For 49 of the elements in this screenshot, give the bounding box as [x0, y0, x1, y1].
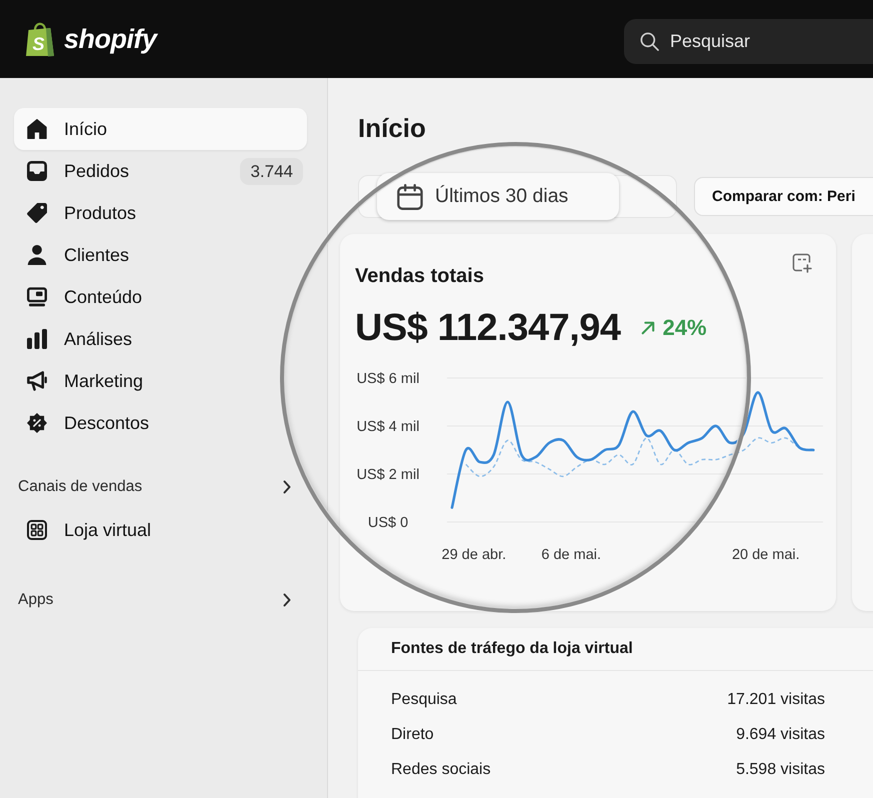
megaphone-icon — [27, 371, 47, 391]
chevron-right-icon — [283, 593, 291, 607]
sidebar-item[interactable]: Conteúdo — [14, 276, 307, 318]
x-axis-label: 6 de mai. — [541, 547, 602, 563]
traffic-source: Redes sociais — [391, 760, 491, 778]
arrow-up-right-icon — [640, 321, 655, 335]
sales-change: 24% — [662, 315, 707, 341]
discount-badge-icon — [27, 413, 47, 433]
visits-count: 17.201 visitas — [727, 690, 825, 708]
calendar-icon — [397, 184, 423, 210]
y-axis-label: US$ 4 mil — [356, 419, 420, 435]
sidebar-item[interactable]: Loja virtual — [14, 509, 307, 551]
sidebar-item[interactable]: Clientes — [14, 234, 307, 276]
section-header[interactable]: Apps — [14, 587, 307, 613]
traffic-source: Direto — [391, 726, 434, 744]
search-icon — [640, 32, 659, 50]
add-chart-icon[interactable] — [792, 253, 812, 273]
tag-icon — [27, 203, 47, 223]
card-title: Fontes de tráfego da loja virtual — [391, 639, 633, 659]
sidebar-item[interactable]: Marketing — [14, 360, 307, 402]
section-header[interactable]: Canais de vendas — [14, 474, 307, 500]
monitor-icon — [27, 287, 47, 307]
sidebar-item[interactable]: Produtos — [14, 192, 307, 234]
sidebar-item[interactable]: Início — [14, 108, 307, 150]
traffic-source: Pesquisa — [391, 690, 457, 708]
home-icon — [27, 119, 47, 139]
chevron-right-icon — [283, 480, 291, 494]
grid-icon — [27, 520, 47, 540]
sidebar-item[interactable]: Descontos — [14, 402, 307, 444]
search-field[interactable]: Pesquisar — [624, 18, 873, 64]
compare-button[interactable]: Comparar com: Peri — [694, 177, 873, 216]
y-axis-label: US$ 0 — [368, 515, 408, 531]
card-title: Vendas totais — [355, 264, 484, 288]
y-axis-label: US$ 6 mil — [356, 371, 420, 387]
sidebar-item[interactable]: Pedidos 3.744 — [14, 150, 307, 192]
sales-total: US$ 112.347,94 — [355, 306, 621, 350]
count-badge: 3.744 — [240, 158, 303, 184]
logo-wordmark: shopify — [64, 24, 157, 54]
y-axis-label: US$ 2 mil — [356, 467, 420, 483]
date-range-button[interactable]: Últimos 30 dias — [377, 173, 619, 220]
visits-count: 9.694 visitas — [736, 726, 825, 744]
x-axis-label: 29 de abr. — [442, 547, 506, 563]
page-title: Início — [358, 112, 426, 145]
x-axis-label: 20 de mai. — [732, 547, 800, 563]
bar-chart-icon — [27, 329, 47, 349]
inbox-icon — [27, 161, 47, 181]
person-icon — [27, 245, 47, 265]
visits-count: 5.598 visitas — [736, 760, 825, 778]
sidebar-item[interactable]: Análises — [14, 318, 307, 360]
